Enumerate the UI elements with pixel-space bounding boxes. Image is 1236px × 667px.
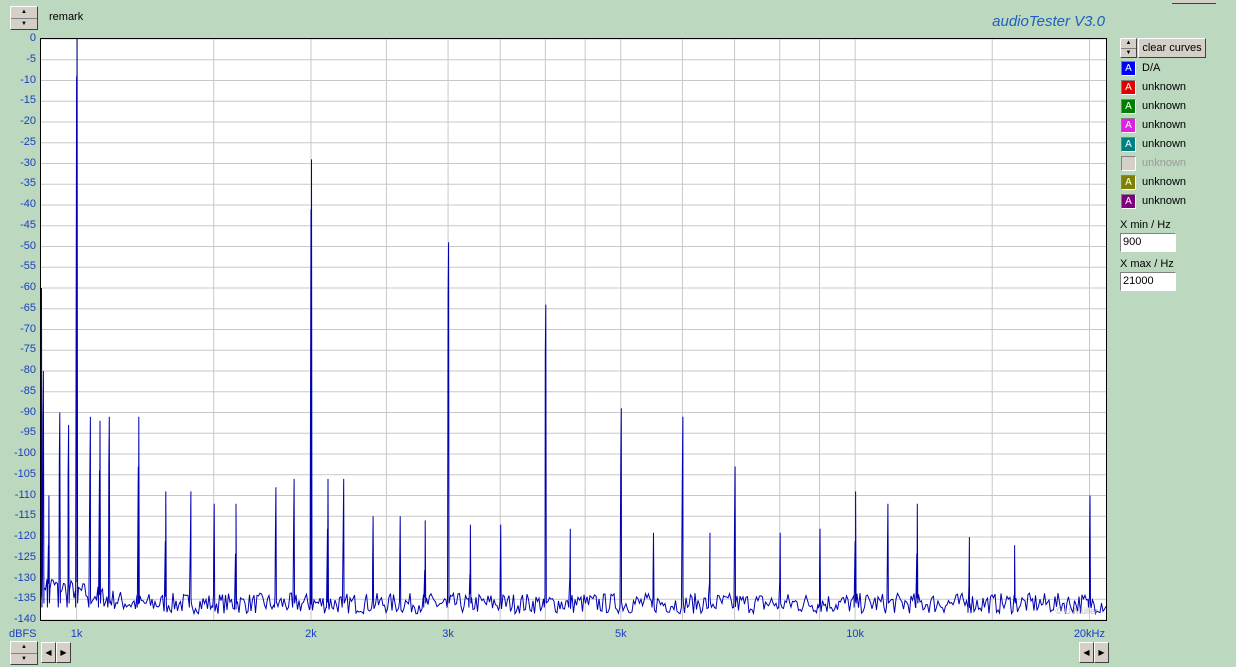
curves-spinner[interactable]: ▲ ▼ — [1120, 38, 1137, 58]
legend-label: unknown — [1142, 119, 1187, 131]
y-tick-label: -135 — [13, 592, 36, 605]
y-tick-label: -85 — [20, 384, 36, 397]
legend-label: unknown — [1142, 157, 1187, 169]
grid — [41, 39, 1106, 620]
y-tick-label: -75 — [20, 343, 36, 356]
arrow-up-icon[interactable]: ▲ — [11, 642, 37, 653]
arrow-left-icon: ◀ — [1083, 648, 1090, 657]
curve-color-icon[interactable]: A — [1121, 61, 1136, 76]
app-title: audioTester V3.0 — [992, 13, 1105, 30]
y-tick-label: -55 — [20, 260, 36, 273]
legend-label: unknown — [1142, 176, 1187, 188]
y-tick-label: -25 — [20, 135, 36, 148]
y-tick-label: -130 — [13, 571, 36, 584]
x-tick-label: 3k — [442, 628, 454, 640]
y-tick-label: -115 — [14, 509, 36, 522]
y-tick-label: -125 — [13, 550, 36, 563]
curve-color-icon[interactable]: A — [1121, 99, 1136, 114]
legend-label: unknown — [1142, 81, 1187, 93]
y-unit-label: dBFS — [9, 628, 37, 640]
y-tick-label: -80 — [20, 364, 36, 376]
x-tick-label: 2k — [305, 628, 317, 640]
scroll-right-button[interactable]: ▶ — [56, 642, 71, 663]
x-min-label: X min / Hz — [1120, 219, 1171, 231]
scroll-left-button[interactable]: ◀ — [41, 642, 56, 663]
x-tick-label: 10k — [846, 628, 865, 640]
y-tick-label: -140 — [13, 613, 36, 625]
x-scroll-right-button[interactable]: ▶ — [1094, 642, 1109, 663]
x-min-field[interactable]: 900 — [1120, 233, 1176, 252]
y-tick-label: -35 — [20, 177, 36, 190]
y-tick-label: -50 — [20, 239, 36, 252]
remark-label: remark — [49, 11, 84, 23]
y-tick-label: 0 — [29, 32, 36, 44]
curve-color-icon[interactable]: A — [1121, 118, 1136, 133]
arrow-right-icon: ▶ — [60, 648, 67, 657]
curve-color-icon[interactable]: A — [1121, 137, 1136, 152]
remark-spinner[interactable]: ▲ ▼ — [10, 6, 38, 30]
y-tick-label: -105 — [13, 467, 36, 480]
y-tick-label: -65 — [20, 301, 36, 314]
window-control[interactable] — [1172, 0, 1216, 4]
y-scale-spinner[interactable]: ▲ ▼ — [10, 641, 38, 665]
arrow-up-icon[interactable]: ▲ — [1121, 39, 1136, 48]
y-tick-label: -90 — [20, 405, 36, 418]
legend-label: unknown — [1142, 195, 1187, 207]
y-tick-label: -15 — [20, 94, 36, 107]
y-tick-label: -40 — [20, 198, 36, 210]
curve-color-icon[interactable]: A — [1121, 175, 1136, 190]
y-tick-label: -60 — [20, 281, 36, 293]
x-max-label: X max / Hz — [1120, 258, 1174, 270]
spectrum-plot[interactable]: © U.Müller — [40, 38, 1107, 621]
legend-label: D/A — [1142, 62, 1161, 74]
y-tick-label: -5 — [26, 52, 36, 65]
arrow-right-icon: ▶ — [1098, 648, 1105, 657]
x-max-field[interactable]: 21000 — [1120, 272, 1176, 291]
y-tick-label: -110 — [14, 488, 36, 501]
legend-label: unknown — [1142, 138, 1187, 150]
y-tick-label: -45 — [20, 218, 36, 231]
arrow-down-icon[interactable]: ▼ — [11, 18, 37, 30]
x-tick-label: 1k — [70, 628, 83, 640]
top-window-edge — [0, 0, 1236, 3]
y-tick-label: -70 — [20, 322, 36, 335]
y-tick-label: -20 — [20, 115, 36, 127]
series-trace-da — [41, 39, 1106, 616]
y-tick-label: -30 — [20, 156, 36, 169]
y-tick-label: -100 — [13, 447, 36, 459]
arrow-down-icon[interactable]: ▼ — [1121, 48, 1136, 58]
clear-curves-button[interactable]: clear curves — [1138, 38, 1206, 58]
arrow-up-icon[interactable]: ▲ — [11, 7, 37, 18]
arrow-down-icon[interactable]: ▼ — [11, 653, 37, 665]
y-tick-label: -120 — [13, 530, 36, 542]
legend-label: unknown — [1142, 100, 1187, 112]
x-tick-label: 5k — [614, 628, 627, 640]
curve-color-icon[interactable] — [1121, 156, 1136, 171]
watermark: © U.Müller — [1055, 606, 1098, 616]
y-tick-label: -95 — [20, 426, 36, 439]
arrow-left-icon: ◀ — [45, 648, 52, 657]
y-tick-label: -10 — [20, 73, 36, 86]
spectrum-chart — [41, 39, 1106, 620]
x-tick-label: 20kHz — [1073, 628, 1105, 640]
curve-color-icon[interactable]: A — [1121, 194, 1136, 209]
curve-color-icon[interactable]: A — [1121, 80, 1136, 95]
x-scroll-left-button[interactable]: ◀ — [1079, 642, 1094, 663]
